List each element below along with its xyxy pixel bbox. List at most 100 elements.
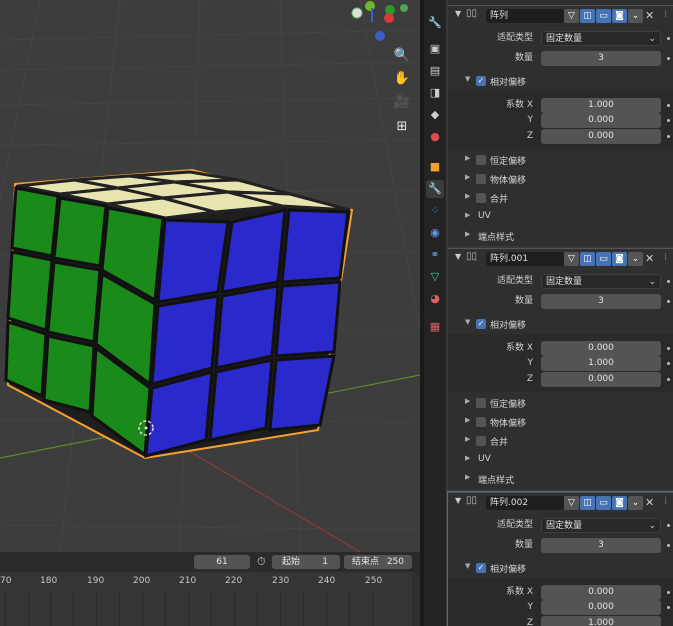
viewport-display-icon[interactable]: ▭ (596, 252, 611, 266)
merge-subpanel[interactable]: ▶ 合并 (448, 189, 673, 207)
constant-offset-subpanel[interactable]: ▶ 恒定偏移 (448, 151, 673, 169)
merge-checkbox[interactable] (476, 193, 486, 203)
factor-z-field[interactable]: 0.000 (541, 129, 661, 144)
constant-offset-checkbox[interactable] (476, 155, 486, 165)
on-cage-icon[interactable]: ▽ (564, 9, 579, 23)
constant-offset-checkbox[interactable] (476, 398, 486, 408)
factor-z-field[interactable]: 0.000 (541, 372, 661, 387)
uv-subpanel[interactable]: ▶ UV (448, 451, 673, 469)
relative-offset-checkbox[interactable]: ✓ (476, 319, 486, 329)
3d-viewport[interactable]: 🔍 ✋ 🎥 ⊞ (0, 0, 420, 552)
collapse-icon[interactable]: ▼ (455, 252, 461, 261)
relative-offset-subpanel[interactable]: ▼ ✓ 相对偏移 (448, 315, 673, 333)
tool-tab-icon[interactable]: 🔧 (426, 14, 444, 32)
render-display-icon[interactable]: ◙ (612, 496, 627, 510)
viewport-display-icon[interactable]: ▭ (596, 496, 611, 510)
hand-icon[interactable]: ✋ (392, 69, 412, 89)
camera-icon[interactable]: 🎥 (392, 93, 412, 113)
object-offset-label: 物体偏移 (490, 176, 527, 186)
merge-checkbox[interactable] (476, 436, 486, 446)
data-tab-icon[interactable]: ▽ (426, 268, 444, 286)
merge-subpanel[interactable]: ▶ 合并 (448, 432, 673, 450)
uv-label: UV (478, 211, 491, 221)
end-frame-field[interactable]: 结束点 250 (344, 555, 412, 569)
on-cage-icon[interactable]: ▽ (564, 496, 579, 510)
render-display-icon[interactable]: ◙ (612, 9, 627, 23)
factor-z-label: Z (526, 131, 533, 141)
object-offset-checkbox[interactable] (476, 417, 486, 427)
modifier-header: ▼ ▯▯ 阵列 ▽ ◫ ▭ ◙ ⌄ ✕ ⁞ (448, 5, 673, 26)
start-frame-field[interactable]: 起始 1 (272, 555, 340, 569)
timeline-ruler[interactable]: 70 180 190 200 210 220 230 240 250 (0, 572, 420, 626)
viewport-display-icon[interactable]: ▭ (596, 9, 611, 23)
output-tab-icon[interactable]: ▤ (426, 62, 444, 80)
relative-offset-subpanel[interactable]: ▼ ✓ 相对偏移 (448, 72, 673, 90)
close-icon[interactable]: ✕ (645, 252, 654, 265)
factor-y-label: Y (527, 602, 534, 612)
count-field[interactable]: 3 (541, 51, 661, 66)
material-tab-icon[interactable]: ◕ (426, 290, 444, 308)
modifier-header: ▼ ▯▯ 阵列.002 ▽ ◫ ▭ ◙ ⌄ ✕ ⁞ (448, 492, 673, 513)
caps-subpanel[interactable]: ▶ 端点样式 (448, 470, 673, 488)
stopwatch-icon[interactable]: ⏱ (257, 555, 266, 569)
dropdown-icon[interactable]: ⌄ (628, 496, 643, 510)
physics-tab-icon[interactable]: ◉ (426, 224, 444, 242)
drag-handle-icon[interactable]: ⁞ (664, 496, 667, 507)
render-display-icon[interactable]: ◙ (612, 252, 627, 266)
uv-subpanel[interactable]: ▶ UV (448, 208, 673, 226)
factor-x-field[interactable]: 1.000 (541, 98, 661, 113)
scene-tab-icon[interactable]: ◆ (426, 106, 444, 124)
edit-mode-icon[interactable]: ◫ (580, 496, 595, 510)
fit-type-select[interactable]: 固定数量 ⌄ (541, 274, 661, 289)
dropdown-icon[interactable]: ⌄ (628, 9, 643, 23)
relative-offset-checkbox[interactable]: ✓ (476, 76, 486, 86)
timeline-scrollbar[interactable] (412, 572, 420, 626)
dropdown-icon[interactable]: ⌄ (628, 252, 643, 266)
grid-icon[interactable]: ⊞ (392, 117, 412, 137)
collapse-icon[interactable]: ▼ (455, 9, 461, 18)
zoom-icon[interactable]: 🔍 (392, 46, 412, 66)
count-field[interactable]: 3 (541, 538, 661, 553)
drag-handle-icon[interactable]: ⁞ (664, 252, 667, 263)
on-cage-icon[interactable]: ▽ (564, 252, 579, 266)
factor-x-field[interactable]: 0.000 (541, 585, 661, 600)
current-frame-field[interactable]: 61 (194, 555, 250, 569)
factor-x-field[interactable]: 0.000 (541, 341, 661, 356)
close-icon[interactable]: ✕ (645, 9, 654, 22)
edit-mode-icon[interactable]: ◫ (580, 252, 595, 266)
modifier-name-field[interactable]: 阵列.001 (486, 252, 564, 266)
factor-y-field[interactable]: 1.000 (541, 356, 661, 371)
modifier-name-field[interactable]: 阵列 (486, 9, 564, 23)
factor-x-label: 系数 X (505, 100, 533, 110)
object-offset-subpanel[interactable]: ▶ 物体偏移 (448, 170, 673, 188)
fit-type-select[interactable]: 固定数量 ⌄ (541, 31, 661, 46)
relative-offset-subpanel[interactable]: ▼ ✓ 相对偏移 (448, 559, 673, 577)
world-tab-icon[interactable]: ● (426, 128, 444, 146)
count-field[interactable]: 3 (541, 294, 661, 309)
drag-handle-icon[interactable]: ⁞ (664, 9, 667, 20)
caps-subpanel[interactable]: ▶ 端点样式 (448, 227, 673, 245)
close-icon[interactable]: ✕ (645, 496, 654, 509)
factor-y-field[interactable]: 0.000 (541, 113, 661, 128)
relative-offset-checkbox[interactable]: ✓ (476, 563, 486, 573)
caps-label: 端点样式 (478, 233, 515, 243)
fit-type-select[interactable]: 固定数量 ⌄ (541, 518, 661, 533)
factor-z-label: Z (526, 374, 533, 384)
factor-y-field[interactable]: 0.000 (541, 600, 661, 615)
modifier-tab-icon[interactable]: 🔧 (426, 180, 444, 198)
constant-offset-subpanel[interactable]: ▶ 恒定偏移 (448, 394, 673, 412)
factor-y-label: Y (527, 115, 534, 125)
constraints-tab-icon[interactable]: ⚭ (426, 246, 444, 264)
texture-tab-icon[interactable]: ▦ (426, 318, 444, 336)
factor-z-field[interactable]: 1.000 (541, 616, 661, 626)
object-offset-subpanel[interactable]: ▶ 物体偏移 (448, 413, 673, 431)
object-offset-checkbox[interactable] (476, 174, 486, 184)
view-layer-tab-icon[interactable]: ◨ (426, 84, 444, 102)
object-tab-icon[interactable]: ■ (426, 158, 444, 176)
modifier-name-field[interactable]: 阵列.002 (486, 496, 564, 510)
edit-mode-icon[interactable]: ◫ (580, 9, 595, 23)
collapse-icon[interactable]: ▼ (455, 496, 461, 505)
fit-type-label: 适配类型 (496, 520, 533, 530)
render-tab-icon[interactable]: ▣ (426, 40, 444, 58)
particles-tab-icon[interactable]: ⁘ (426, 202, 444, 220)
